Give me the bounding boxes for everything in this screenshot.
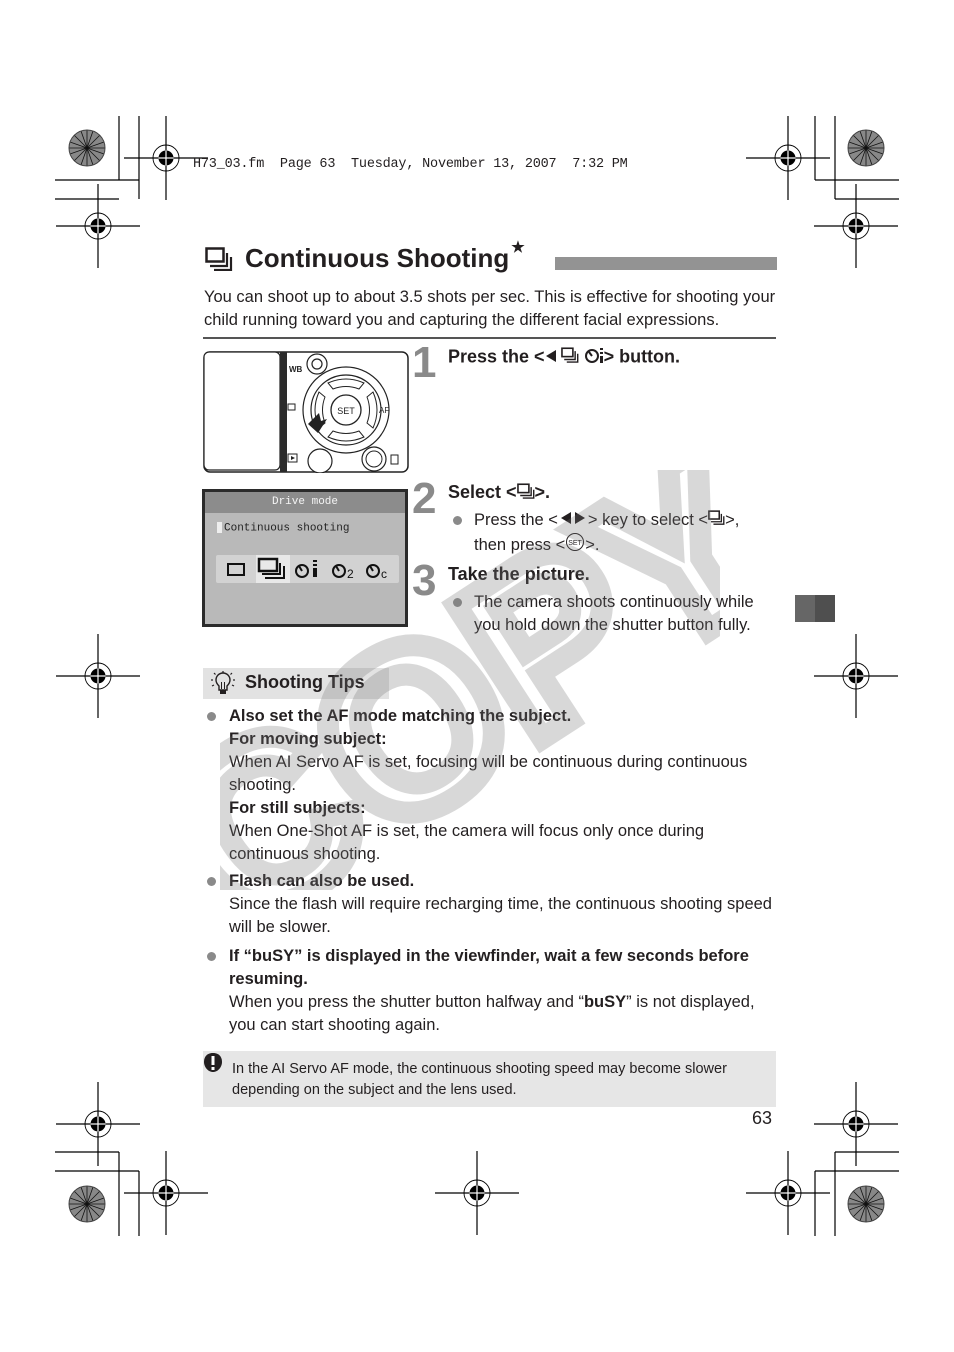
step-1-title: Press the < > button.: [448, 346, 680, 369]
color-target-bottom-right: [847, 1185, 885, 1223]
caution-icon: [204, 1053, 222, 1072]
section-heading: Continuous Shooting ★: [205, 239, 525, 274]
left-right-arrow-icon: [558, 509, 588, 532]
drive-mode-screen: Drive mode Continuous shooting 2 c: [202, 489, 408, 627]
step-number-1: 1: [412, 338, 437, 387]
svg-text:SET: SET: [568, 540, 582, 547]
set-button-label: SET: [337, 406, 355, 416]
svg-text:c: c: [381, 567, 387, 581]
page-title: Continuous Shooting: [245, 243, 510, 273]
tip-flash: Flash can also be used. Since the flash …: [229, 872, 772, 936]
step-number-2: 2: [412, 474, 437, 523]
tip-af-mode: Also set the AF mode matching the subjec…: [229, 707, 748, 863]
bullet: [453, 598, 462, 607]
bullet: [453, 516, 462, 525]
registration-mark: [745, 115, 831, 201]
divider: [203, 337, 776, 339]
caution-note: In the AI Servo AF mode, the continuous …: [203, 1051, 776, 1107]
chapter-tab: [795, 595, 835, 622]
registration-mark: [123, 1150, 209, 1236]
tip-busy: If “buSY” is displayed in the viewfinder…: [229, 947, 755, 1034]
caution-text: In the AI Servo AF mode, the continuous …: [232, 1061, 727, 1098]
registration-mark: [745, 1150, 831, 1236]
lightbulb-icon: [211, 671, 235, 694]
registration-mark: [55, 183, 141, 269]
print-header: H73_03.fm Page 63 Tuesday, November 13, …: [193, 157, 628, 172]
camera-back-illustration: WB SET AF: [203, 351, 409, 473]
step-2-title: Select < >.: [448, 482, 551, 504]
drive-mode-selected-label: Continuous shooting: [217, 522, 349, 534]
intro-text: You can shoot up to about 3.5 shots per …: [204, 288, 776, 329]
bullet: [207, 712, 216, 721]
self-timer-remote-icon: [295, 560, 317, 578]
color-target-top-left: [68, 129, 106, 167]
shooting-tips-title: Shooting Tips: [245, 672, 365, 692]
step-3-instruction: The camera shoots continuously while you…: [474, 593, 754, 634]
shooting-tips-header: Shooting Tips: [203, 668, 389, 699]
self-timer-2s-icon: 2: [332, 564, 354, 581]
continuous-shooting-icon: [560, 347, 579, 368]
self-timer-continuous-icon: c: [366, 564, 387, 581]
left-arrow-icon: [545, 347, 557, 368]
color-target-bottom-left: [68, 1185, 106, 1223]
color-target-top-right: [847, 129, 885, 167]
registration-mark: [55, 1081, 141, 1167]
drive-mode-options: 2 c: [216, 555, 399, 583]
bullet: [207, 952, 216, 961]
wb-label: WB: [289, 365, 303, 374]
continuous-shooting-icon: [205, 246, 233, 271]
self-timer-remote-icon: [584, 346, 604, 369]
single-shooting-icon: [227, 563, 245, 576]
step-3-title: Take the picture.: [448, 564, 590, 584]
registration-mark: [813, 633, 899, 719]
registration-mark: [55, 633, 141, 719]
svg-text:2: 2: [347, 567, 354, 581]
registration-mark: [813, 1081, 899, 1167]
registration-mark: [434, 1150, 520, 1236]
step-2-instruction: Press the < > key to select < >, then pres…: [474, 509, 784, 559]
lcd-screen-drawing: [203, 351, 281, 471]
bullet: [207, 877, 216, 886]
title-bar-decoration: [555, 257, 777, 270]
advanced-star-icon: ★: [511, 238, 525, 256]
page-number: 63: [752, 1108, 773, 1128]
continuous-shooting-icon: [516, 483, 535, 504]
registration-mark: [813, 183, 899, 269]
continuous-shooting-icon: [708, 509, 725, 532]
set-button-icon: SET: [565, 532, 585, 559]
step-number-3: 3: [412, 556, 437, 605]
crop-marks: [55, 115, 899, 1236]
drive-mode-header: Drive mode: [205, 492, 405, 513]
af-label: AF: [379, 406, 389, 415]
